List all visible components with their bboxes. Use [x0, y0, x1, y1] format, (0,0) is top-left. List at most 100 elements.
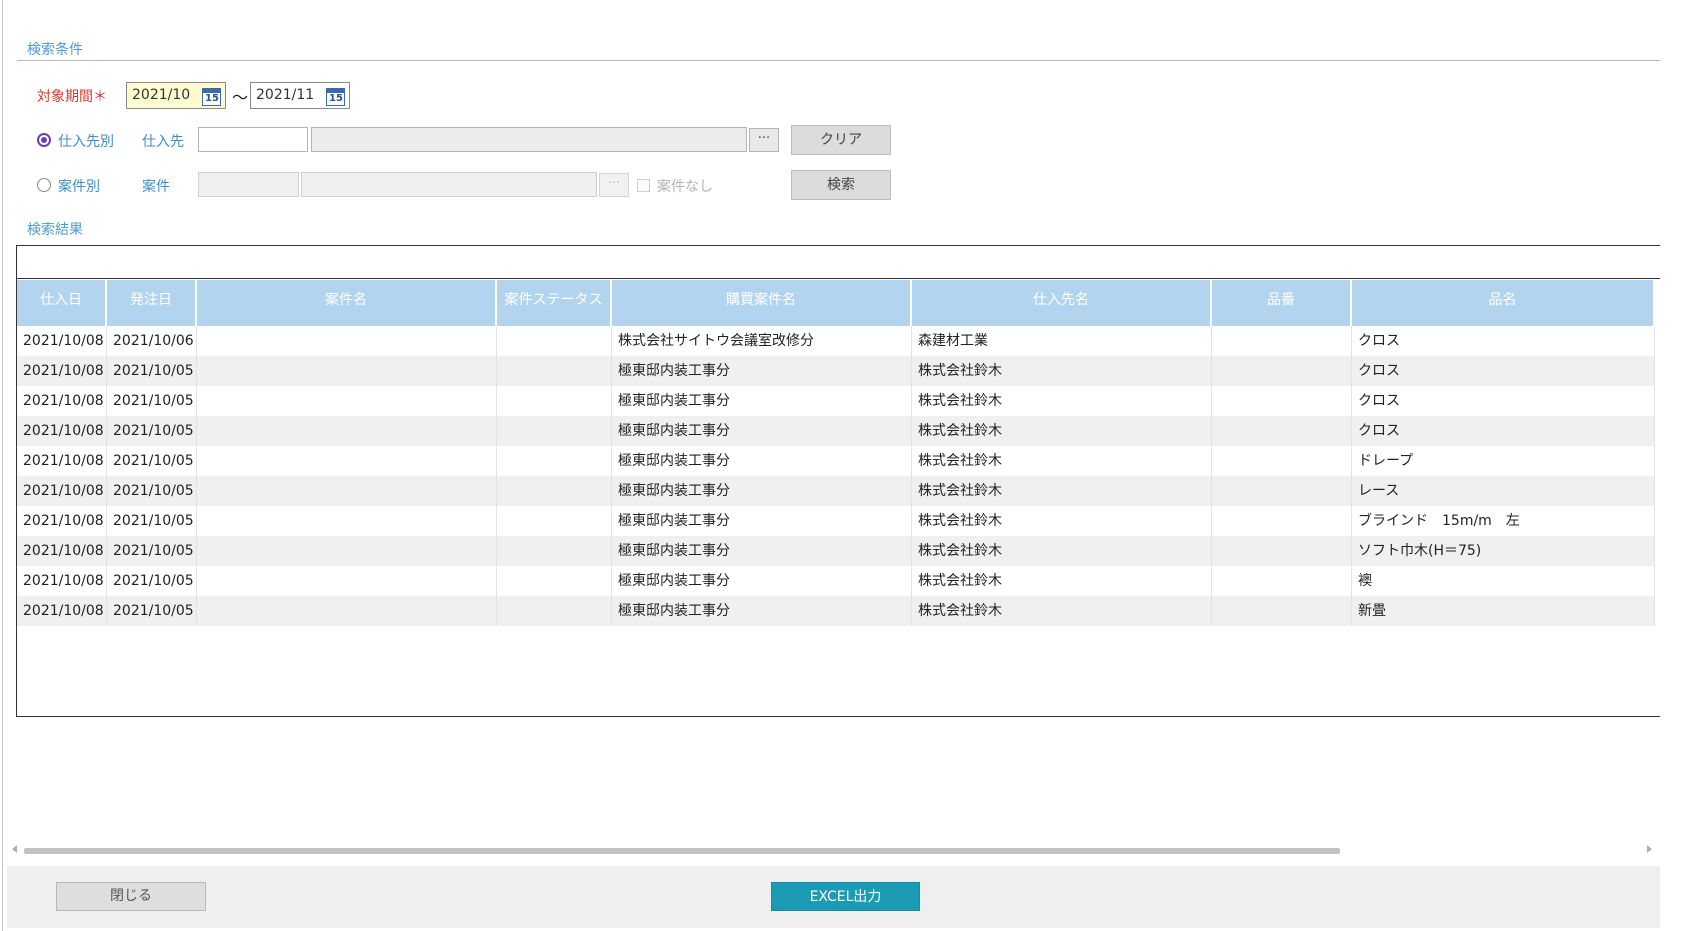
- scroll-left-icon[interactable]: [12, 845, 17, 853]
- table-row[interactable]: 2021/10/08 2021/10/05 極東邸内装工事分 株式会社鈴木 クロス: [17, 356, 1655, 386]
- column-header-purchase-project-name[interactable]: 購買案件名: [612, 280, 912, 326]
- cell-project-name: [197, 566, 497, 596]
- cell-item-code: [1212, 566, 1352, 596]
- column-header-order-date[interactable]: 発注日: [107, 280, 197, 326]
- cell-order-date: 2021/10/06: [107, 326, 197, 356]
- cell-purchase-date: 2021/10/08: [17, 326, 107, 356]
- supplier-name-display: [311, 127, 747, 152]
- table-row[interactable]: 2021/10/08 2021/10/05 極東邸内装工事分 株式会社鈴木 ブラインド …: [17, 506, 1655, 536]
- cell-order-date: 2021/10/05: [107, 386, 197, 416]
- cell-project-status: [497, 356, 612, 386]
- section-divider: [17, 60, 1660, 61]
- cell-item-name: 襖: [1352, 566, 1655, 596]
- cell-item-code: [1212, 416, 1352, 446]
- supplier-field-label: 仕入先: [142, 134, 184, 150]
- radio-project-mode[interactable]: [37, 178, 51, 192]
- table-row[interactable]: 2021/10/08 2021/10/05 極東邸内装工事分 株式会社鈴木 クロス: [17, 416, 1655, 446]
- cell-purchase-project-name: 極東邸内装工事分: [612, 446, 912, 476]
- column-header-project-status[interactable]: 案件ステータス: [497, 280, 612, 326]
- cell-item-code: [1212, 596, 1352, 626]
- cell-purchase-project-name: 極東邸内装工事分: [612, 536, 912, 566]
- cell-supplier-name: 株式会社鈴木: [912, 566, 1212, 596]
- cell-project-name: [197, 446, 497, 476]
- supplier-code-input[interactable]: [198, 127, 308, 152]
- cell-order-date: 2021/10/05: [107, 446, 197, 476]
- cell-project-status: [497, 326, 612, 356]
- cell-order-date: 2021/10/05: [107, 536, 197, 566]
- cell-item-code: [1212, 326, 1352, 356]
- cell-project-name: [197, 596, 497, 626]
- search-conditions-heading: 検索条件: [27, 42, 83, 58]
- no-project-label: 案件なし: [657, 179, 713, 195]
- project-mode-label: 案件別: [58, 179, 100, 195]
- cell-purchase-date: 2021/10/08: [17, 506, 107, 536]
- no-project-checkbox[interactable]: [637, 179, 650, 192]
- search-results-heading: 検索結果: [27, 222, 83, 238]
- cell-purchase-project-name: 極東邸内装工事分: [612, 416, 912, 446]
- cell-purchase-date: 2021/10/08: [17, 416, 107, 446]
- project-lookup-button[interactable]: ···: [599, 173, 629, 197]
- cell-purchase-project-name: 極東邸内装工事分: [612, 506, 912, 536]
- excel-export-button[interactable]: EXCEL出力: [771, 882, 920, 911]
- cell-item-name: ブラインド 15m/m 左: [1352, 506, 1655, 536]
- scroll-right-icon[interactable]: [1647, 845, 1652, 853]
- cell-order-date: 2021/10/05: [107, 506, 197, 536]
- table-row[interactable]: 2021/10/08 2021/10/05 極東邸内装工事分 株式会社鈴木 襖: [17, 566, 1655, 596]
- cell-purchase-project-name: 極東邸内装工事分: [612, 386, 912, 416]
- table-row[interactable]: 2021/10/08 2021/10/05 極東邸内装工事分 株式会社鈴木 新畳: [17, 596, 1655, 626]
- cell-project-status: [497, 386, 612, 416]
- date-to-value: 2021/11: [256, 87, 315, 103]
- column-header-purchase-date[interactable]: 仕入日: [17, 280, 107, 326]
- cell-project-name: [197, 536, 497, 566]
- cell-purchase-date: 2021/10/08: [17, 446, 107, 476]
- cell-purchase-date: 2021/10/08: [17, 536, 107, 566]
- cell-order-date: 2021/10/05: [107, 356, 197, 386]
- supplier-lookup-button[interactable]: ···: [749, 128, 779, 152]
- cell-item-name: クロス: [1352, 386, 1655, 416]
- date-to-field[interactable]: 2021/11 15: [250, 82, 350, 109]
- cell-item-name: クロス: [1352, 356, 1655, 386]
- cell-supplier-name: 株式会社鈴木: [912, 386, 1212, 416]
- cell-item-code: [1212, 446, 1352, 476]
- cell-order-date: 2021/10/05: [107, 476, 197, 506]
- cell-item-name: クロス: [1352, 326, 1655, 356]
- radio-supplier-mode[interactable]: [37, 133, 51, 147]
- close-button[interactable]: 閉じる: [56, 882, 206, 911]
- calendar-icon[interactable]: 15: [202, 88, 221, 106]
- cell-purchase-project-name: 極東邸内装工事分: [612, 476, 912, 506]
- table-row[interactable]: 2021/10/08 2021/10/05 極東邸内装工事分 株式会社鈴木 レース: [17, 476, 1655, 506]
- cell-project-name: [197, 506, 497, 536]
- project-code-input[interactable]: [198, 172, 299, 197]
- column-header-item-name[interactable]: 品名: [1352, 280, 1655, 326]
- column-header-supplier-name[interactable]: 仕入先名: [912, 280, 1212, 326]
- horizontal-scrollbar-thumb[interactable]: [24, 848, 1340, 854]
- column-header-project-name[interactable]: 案件名: [197, 280, 497, 326]
- cell-project-status: [497, 446, 612, 476]
- table-row[interactable]: 2021/10/08 2021/10/06 株式会社サイトウ会議室改修分 森建材工業 ク…: [17, 326, 1655, 356]
- cell-project-status: [497, 536, 612, 566]
- cell-purchase-project-name: 極東邸内装工事分: [612, 356, 912, 386]
- clear-button[interactable]: クリア: [791, 125, 891, 155]
- cell-project-status: [497, 566, 612, 596]
- date-from-field[interactable]: 2021/10 15: [126, 82, 226, 109]
- cell-order-date: 2021/10/05: [107, 596, 197, 626]
- window-right-margin: [1660, 0, 1681, 931]
- cell-supplier-name: 株式会社鈴木: [912, 536, 1212, 566]
- cell-purchase-project-name: 極東邸内装工事分: [612, 566, 912, 596]
- column-header-item-code[interactable]: 品番: [1212, 280, 1352, 326]
- calendar-icon[interactable]: 15: [326, 88, 345, 106]
- cell-purchase-date: 2021/10/08: [17, 476, 107, 506]
- cell-item-code: [1212, 476, 1352, 506]
- cell-project-name: [197, 326, 497, 356]
- grid-header-row: 仕入日 発注日 案件名 案件ステータス 購買案件名 仕入先名 品番 品名: [17, 280, 1655, 326]
- table-row[interactable]: 2021/10/08 2021/10/05 極東邸内装工事分 株式会社鈴木 ソフト巾木(…: [17, 536, 1655, 566]
- cell-project-name: [197, 476, 497, 506]
- table-row[interactable]: 2021/10/08 2021/10/05 極東邸内装工事分 株式会社鈴木 ドレープ: [17, 446, 1655, 476]
- cell-project-status: [497, 596, 612, 626]
- search-button[interactable]: 検索: [791, 170, 891, 200]
- cell-order-date: 2021/10/05: [107, 416, 197, 446]
- table-row[interactable]: 2021/10/08 2021/10/05 極東邸内装工事分 株式会社鈴木 クロス: [17, 386, 1655, 416]
- supplier-mode-label: 仕入先別: [58, 134, 114, 150]
- cell-item-code: [1212, 386, 1352, 416]
- cell-item-name: クロス: [1352, 416, 1655, 446]
